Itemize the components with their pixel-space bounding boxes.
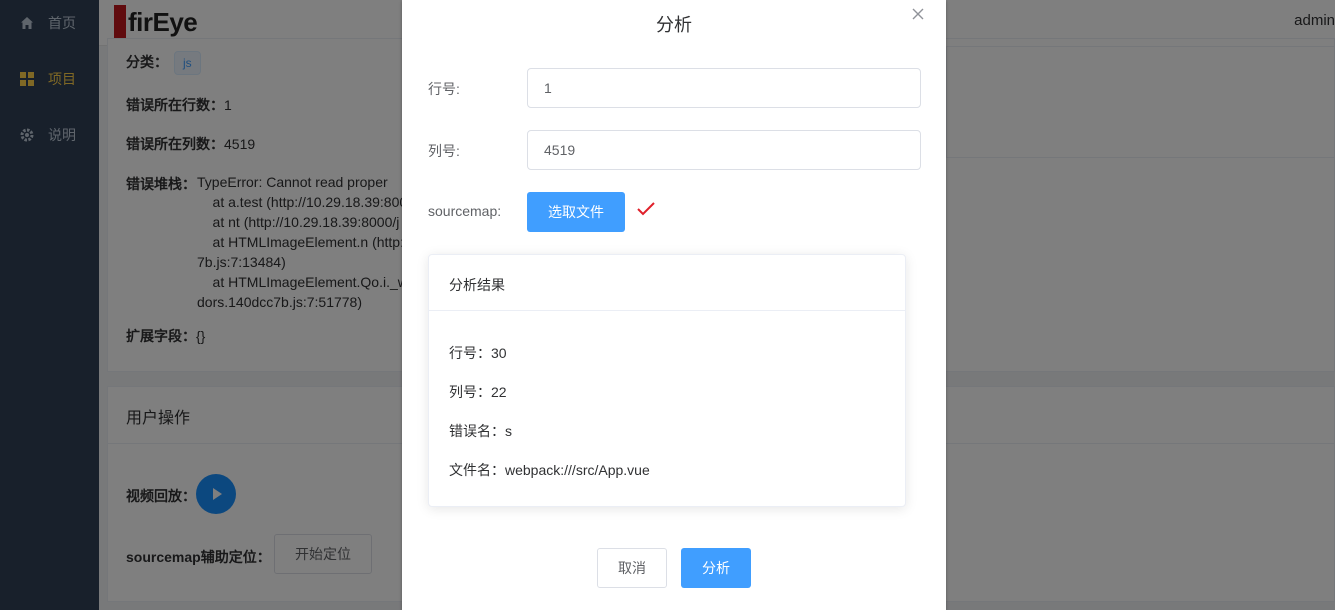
result-column: 列号：22 xyxy=(449,384,507,400)
col-input[interactable]: 4519 xyxy=(527,130,921,170)
check-icon xyxy=(636,200,656,220)
cancel-button[interactable]: 取消 xyxy=(597,548,667,588)
dialog-title: 分析 xyxy=(656,15,692,35)
analyze-dialog: 分析 行号: 1 列号: 4519 sourcemap: 选取文件 分析结果 行… xyxy=(402,0,946,610)
analyze-button[interactable]: 分析 xyxy=(681,548,751,588)
result-line: 行号：30 xyxy=(449,345,507,361)
close-icon[interactable] xyxy=(910,8,926,24)
choose-file-button[interactable]: 选取文件 xyxy=(527,192,625,232)
line-label: 行号: xyxy=(428,81,460,97)
col-label: 列号: xyxy=(428,143,460,159)
result-card: 分析结果 行号：30 列号：22 错误名：s 文件名：webpack:///sr… xyxy=(428,254,906,507)
result-file-name: 文件名：webpack:///src/App.vue xyxy=(449,462,650,478)
result-error-name: 错误名：s xyxy=(449,423,512,439)
line-input[interactable]: 1 xyxy=(527,68,921,108)
result-title: 分析结果 xyxy=(429,255,905,311)
sourcemap-label: sourcemap: xyxy=(428,203,502,219)
